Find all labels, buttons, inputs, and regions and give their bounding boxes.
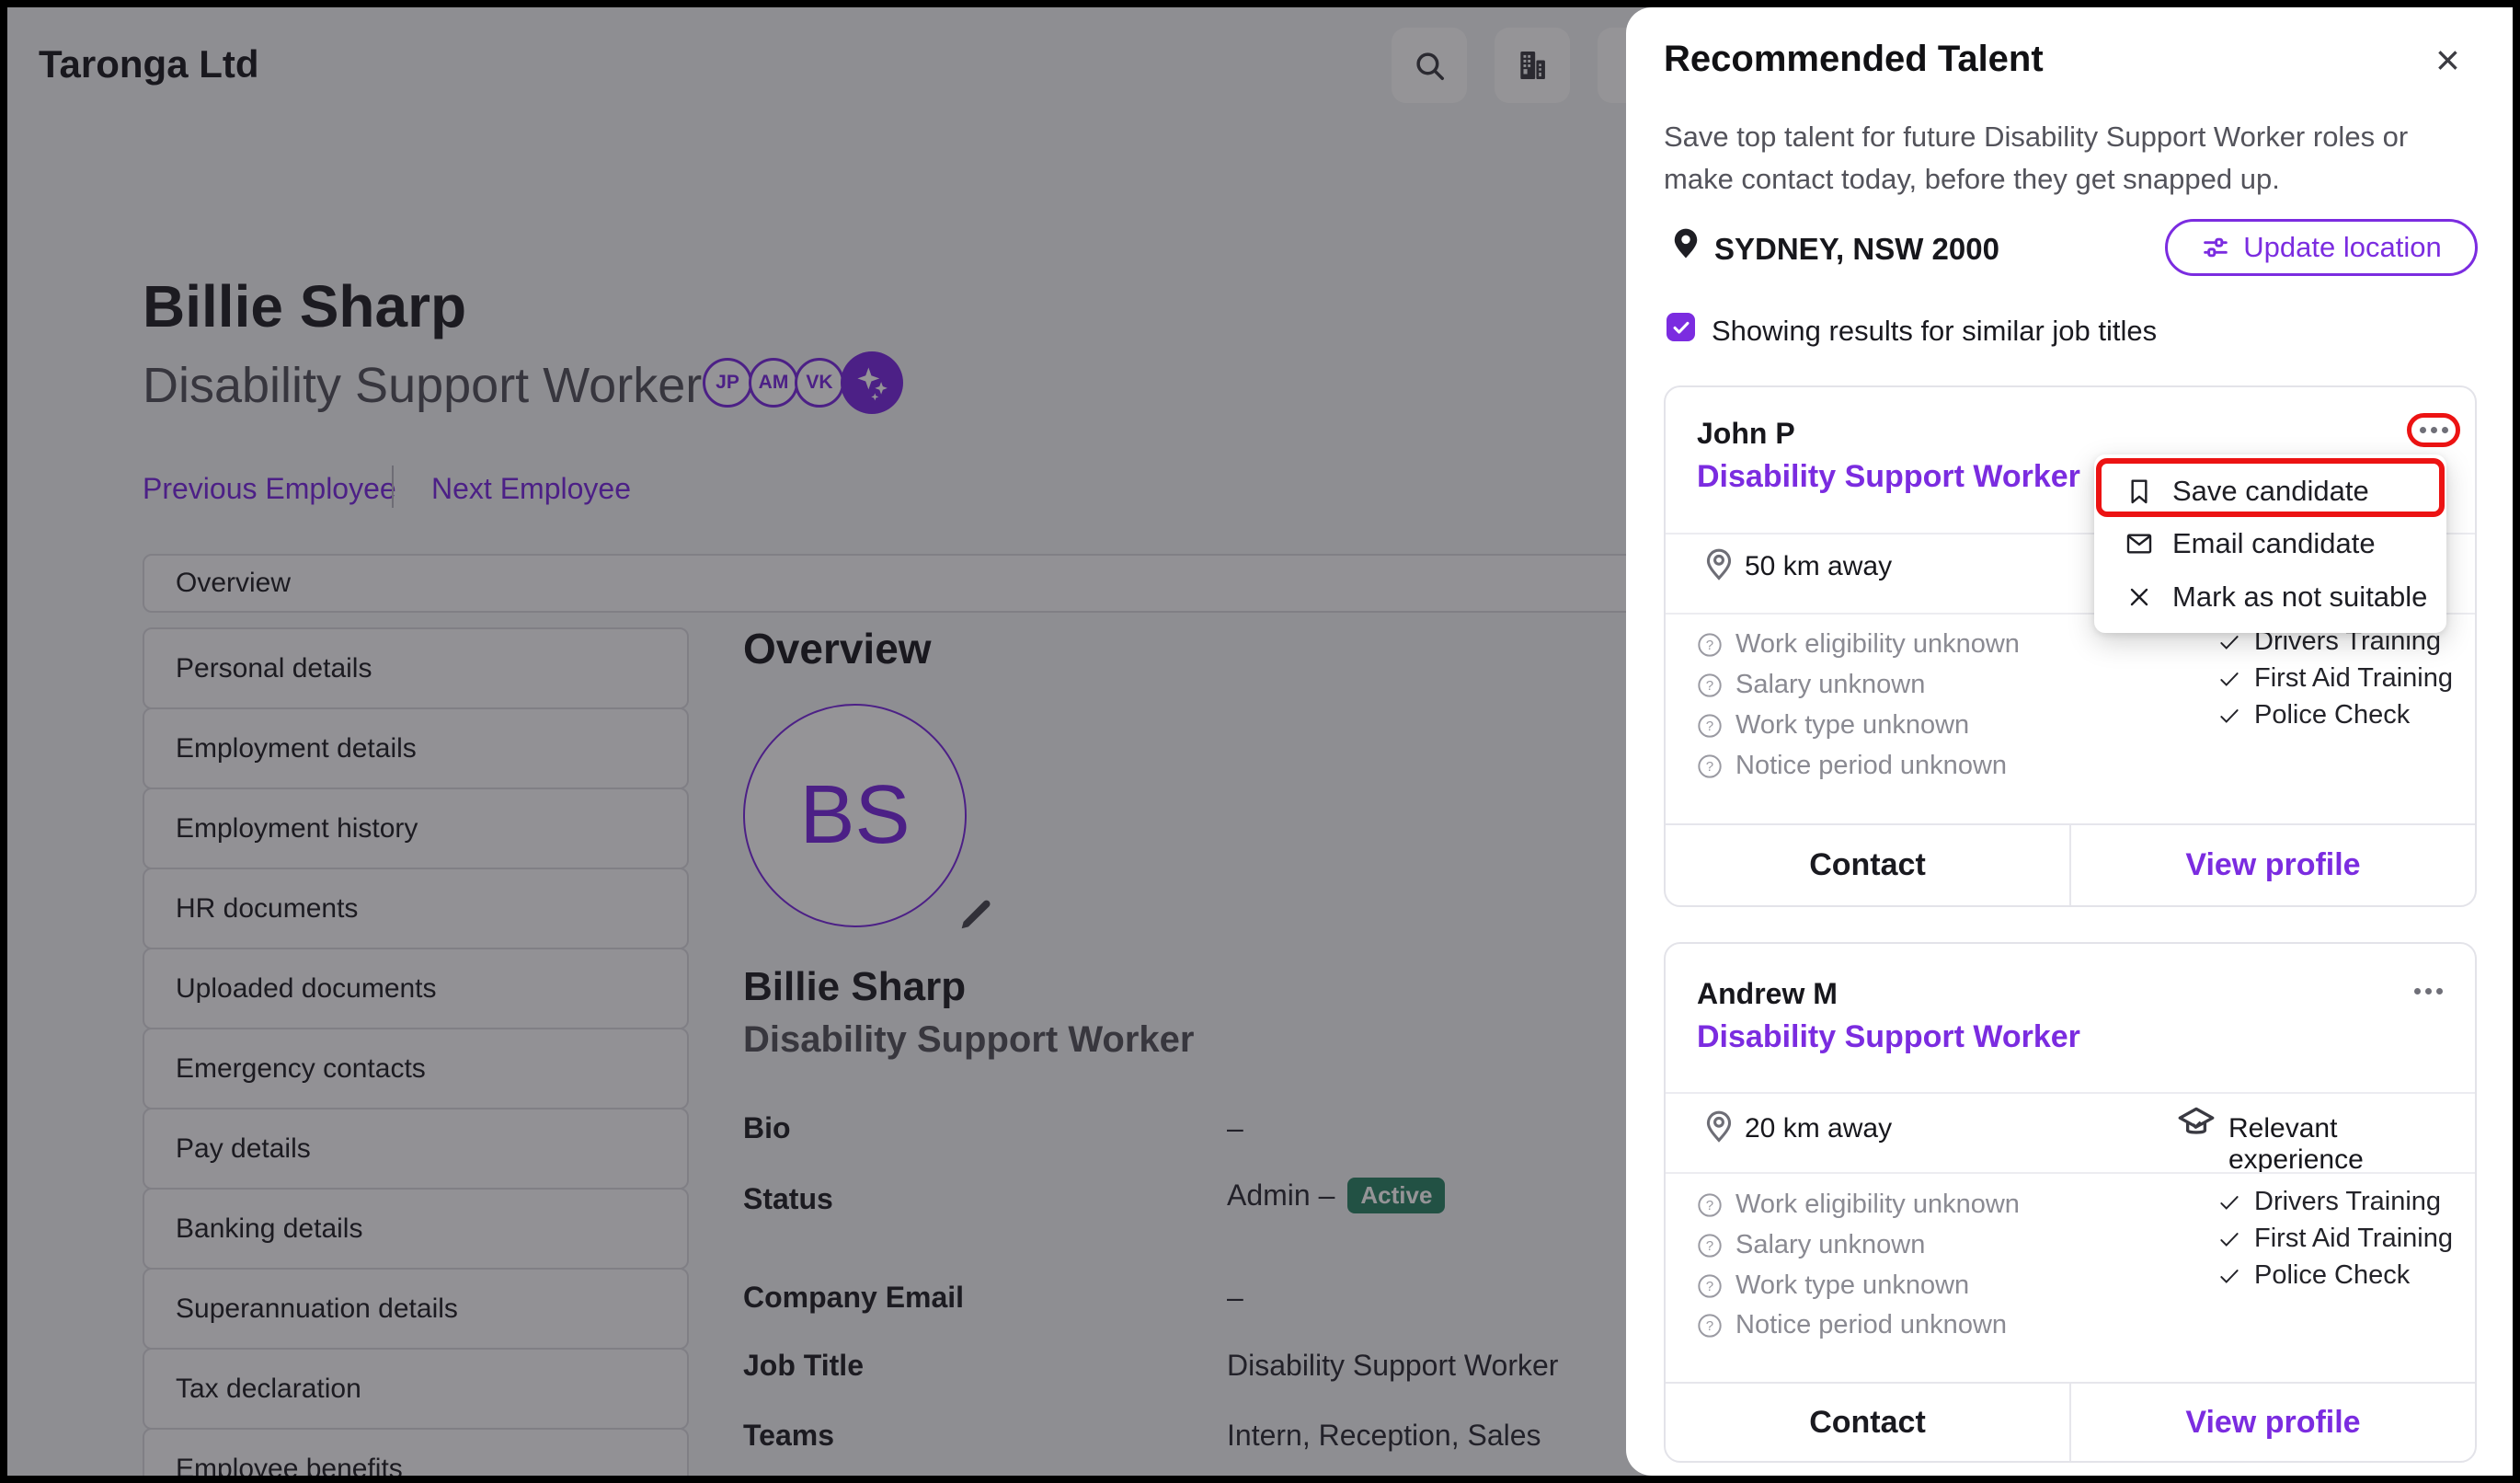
contact-button[interactable]: Contact (1666, 825, 2071, 905)
svg-text:?: ? (1706, 1278, 1713, 1293)
graduation-cap-icon (2173, 1100, 2219, 1146)
distance-pin-icon (1699, 1104, 1739, 1144)
close-icon[interactable]: × (2435, 35, 2460, 85)
card-actions: Contact View profile (1666, 823, 2475, 905)
card-divider (1666, 1172, 2475, 1174)
unknown-item: ? Notice period unknown (1697, 1310, 2007, 1340)
panel-title: Recommended Talent (1664, 39, 2044, 80)
card-actions: Contact View profile (1666, 1382, 2475, 1461)
check-icon (2217, 667, 2241, 691)
qualification-item: First Aid Training (2217, 663, 2453, 694)
similar-titles-label: Showing results for similar job titles (1712, 315, 2157, 348)
view-profile-button[interactable]: View profile (2071, 825, 2475, 905)
menu-item-email-candidate[interactable]: Email candidate (2094, 521, 2446, 567)
distance-pin-icon (1699, 542, 1739, 582)
question-icon: ? (1697, 632, 1723, 658)
unknown-item: ? Work eligibility unknown (1697, 629, 2020, 660)
check-icon (2217, 704, 2241, 728)
bookmark-icon (2125, 477, 2154, 506)
menu-item-save-candidate[interactable]: Save candidate (2094, 466, 2446, 517)
update-location-button[interactable]: Update location (2165, 219, 2478, 276)
annotation-ellipsis-highlight (2407, 413, 2460, 447)
x-icon (2125, 582, 2154, 612)
menu-item-mark-not-suitable[interactable]: Mark as not suitable (2094, 574, 2446, 620)
question-icon: ? (1697, 1313, 1723, 1339)
svg-text:?: ? (1706, 677, 1713, 693)
question-icon: ? (1697, 753, 1723, 779)
contact-button[interactable]: Contact (1666, 1384, 2071, 1461)
update-location-label: Update location (2243, 231, 2441, 264)
envelope-icon (2125, 529, 2154, 558)
question-icon: ? (1697, 1192, 1723, 1218)
svg-text:?: ? (1706, 758, 1713, 774)
qualification-item: Police Check (2217, 1260, 2410, 1291)
unknown-item: ? Salary unknown (1697, 670, 1925, 700)
unknown-item: ? Work type unknown (1697, 1270, 1969, 1301)
svg-text:?: ? (1706, 1197, 1713, 1213)
unknown-item: ? Notice period unknown (1697, 751, 2007, 781)
candidate-distance: 20 km away (1745, 1113, 1892, 1144)
candidate-name: Andrew M (1697, 977, 1838, 1011)
svg-text:?: ? (1706, 1237, 1713, 1253)
sliders-icon (2201, 233, 2230, 262)
experience-label: Relevant experience (2228, 1113, 2475, 1176)
check-icon (2217, 1190, 2241, 1214)
qualification-item: Drivers Training (2217, 1187, 2441, 1217)
qualification-item: Police Check (2217, 700, 2410, 730)
check-icon (2217, 1264, 2241, 1288)
question-icon: ? (1697, 1233, 1723, 1259)
candidate-options-menu: Save candidate Email candidate Mark as n… (2094, 454, 2446, 633)
similar-titles-checkbox[interactable] (1667, 313, 1695, 341)
location-value: SYDNEY, NSW 2000 (1714, 232, 1999, 267)
candidate-job-title: Disability Support Worker (1697, 459, 2080, 495)
svg-text:?: ? (1706, 637, 1713, 652)
svg-text:?: ? (1706, 718, 1713, 733)
view-profile-button[interactable]: View profile (2071, 1384, 2475, 1461)
candidate-card-andrew-m: Andrew M Disability Support Worker 20 km… (1664, 942, 2477, 1463)
unknown-item: ? Work eligibility unknown (1697, 1190, 2020, 1220)
candidate-job-title: Disability Support Worker (1697, 1019, 2080, 1055)
candidate-name: John P (1697, 417, 1795, 451)
panel-description: Save top talent for future Disability Su… (1664, 116, 2455, 201)
unknown-item: ? Salary unknown (1697, 1230, 1925, 1260)
app-screen: Taronga Ltd Billie Sharp Disability Supp… (0, 0, 2520, 1483)
candidate-distance: 50 km away (1745, 551, 1892, 582)
question-icon: ? (1697, 1273, 1723, 1299)
recommended-talent-panel: Recommended Talent × Save top talent for… (1626, 7, 2513, 1476)
more-options-icon[interactable] (2420, 427, 2448, 433)
check-icon (1671, 317, 1691, 338)
location-pin-icon (1667, 223, 1705, 261)
unknown-item: ? Work type unknown (1697, 710, 1969, 741)
question-icon: ? (1697, 713, 1723, 739)
more-options-icon[interactable] (2414, 988, 2443, 994)
svg-text:?: ? (1706, 1317, 1713, 1333)
question-icon: ? (1697, 673, 1723, 698)
card-divider (1666, 1092, 2475, 1094)
check-icon (2217, 1227, 2241, 1251)
qualification-item: First Aid Training (2217, 1224, 2453, 1254)
check-icon (2217, 630, 2241, 654)
